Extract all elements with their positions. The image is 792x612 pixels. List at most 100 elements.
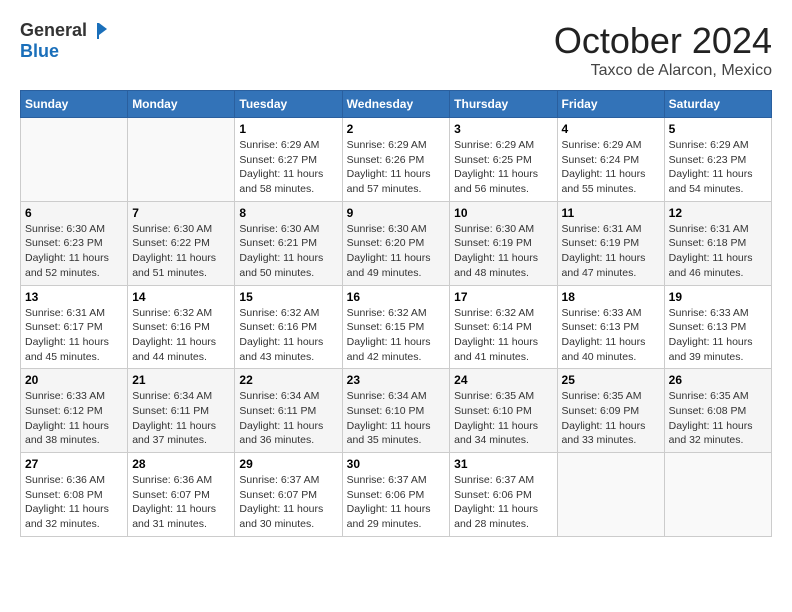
cell-content: Sunrise: 6:34 AMSunset: 6:11 PMDaylight:… bbox=[239, 389, 337, 448]
calendar-cell: 16 Sunrise: 6:32 AMSunset: 6:15 PMDayligh… bbox=[342, 285, 450, 369]
calendar-cell: 4Sunrise: 6:29 AMSunset: 6:24 PMDaylight… bbox=[557, 118, 664, 202]
day-number: 7 bbox=[132, 206, 230, 220]
calendar-cell: 8 Sunrise: 6:30 AMSunset: 6:21 PMDaylight… bbox=[235, 201, 342, 285]
calendar-cell: 27Sunrise: 6:36 AMSunset: 6:08 PMDayligh… bbox=[21, 453, 128, 537]
logo: General Blue bbox=[20, 20, 109, 62]
cell-content: Sunrise: 6:37 AMSunset: 6:07 PMDaylight:… bbox=[239, 473, 337, 532]
calendar-cell: 11 Sunrise: 6:31 AMSunset: 6:19 PMDayligh… bbox=[557, 201, 664, 285]
calendar-cell: 10 Sunrise: 6:30 AMSunset: 6:19 PMDayligh… bbox=[450, 201, 557, 285]
day-header-tuesday: Tuesday bbox=[235, 91, 342, 118]
cell-content: Sunrise: 6:29 AMSunset: 6:26 PMDaylight:… bbox=[347, 138, 446, 197]
day-number: 26 bbox=[669, 373, 767, 387]
cell-content: Sunrise: 6:34 AMSunset: 6:10 PMDaylight:… bbox=[347, 389, 446, 448]
calendar-cell: 20 Sunrise: 6:33 AMSunset: 6:12 PMDayligh… bbox=[21, 369, 128, 453]
day-number: 25 bbox=[562, 373, 660, 387]
calendar-cell: 31 Sunrise: 6:37 AMSunset: 6:06 PMDayligh… bbox=[450, 453, 557, 537]
cell-content: Sunrise: 6:31 AMSunset: 6:19 PMDaylight:… bbox=[562, 222, 660, 281]
calendar-week-2: 6 Sunrise: 6:30 AMSunset: 6:23 PMDaylight… bbox=[21, 201, 772, 285]
calendar-cell: 5Sunrise: 6:29 AMSunset: 6:23 PMDaylight… bbox=[664, 118, 771, 202]
calendar-cell: 29 Sunrise: 6:37 AMSunset: 6:07 PMDayligh… bbox=[235, 453, 342, 537]
cell-content: Sunrise: 6:37 AMSunset: 6:06 PMDaylight:… bbox=[347, 473, 446, 532]
calendar-body: 1 Sunrise: 6:29 AMSunset: 6:27 PMDaylight… bbox=[21, 118, 772, 537]
calendar-cell: 6 Sunrise: 6:30 AMSunset: 6:23 PMDaylight… bbox=[21, 201, 128, 285]
cell-content: Sunrise: 6:36 AMSunset: 6:07 PMDaylight:… bbox=[132, 473, 230, 532]
day-header-monday: Monday bbox=[128, 91, 235, 118]
calendar-cell: 19 Sunrise: 6:33 AMSunset: 6:13 PMDayligh… bbox=[664, 285, 771, 369]
calendar-cell bbox=[664, 453, 771, 537]
cell-content: Sunrise: 6:29 AMSunset: 6:25 PMDaylight:… bbox=[454, 138, 552, 197]
cell-content: Sunrise: 6:35 AMSunset: 6:10 PMDaylight:… bbox=[454, 389, 552, 448]
day-number: 30 bbox=[347, 457, 446, 471]
cell-content: Sunrise: 6:32 AMSunset: 6:15 PMDaylight:… bbox=[347, 306, 446, 365]
cell-content: Sunrise: 6:30 AMSunset: 6:23 PMDaylight:… bbox=[25, 222, 123, 281]
calendar-cell: 12Sunrise: 6:31 AMSunset: 6:18 PMDayligh… bbox=[664, 201, 771, 285]
calendar-cell: 2Sunrise: 6:29 AMSunset: 6:26 PMDaylight… bbox=[342, 118, 450, 202]
calendar-week-5: 27Sunrise: 6:36 AMSunset: 6:08 PMDayligh… bbox=[21, 453, 772, 537]
day-number: 6 bbox=[25, 206, 123, 220]
cell-content: Sunrise: 6:33 AMSunset: 6:13 PMDaylight:… bbox=[562, 306, 660, 365]
cell-content: Sunrise: 6:29 AMSunset: 6:24 PMDaylight:… bbox=[562, 138, 660, 197]
cell-content: Sunrise: 6:37 AMSunset: 6:06 PMDaylight:… bbox=[454, 473, 552, 532]
location-subtitle: Taxco de Alarcon, Mexico bbox=[554, 62, 772, 80]
day-number: 24 bbox=[454, 373, 552, 387]
cell-content: Sunrise: 6:32 AMSunset: 6:16 PMDaylight:… bbox=[239, 306, 337, 365]
cell-content: Sunrise: 6:31 AMSunset: 6:17 PMDaylight:… bbox=[25, 306, 123, 365]
cell-content: Sunrise: 6:32 AMSunset: 6:16 PMDaylight:… bbox=[132, 306, 230, 365]
day-number: 14 bbox=[132, 290, 230, 304]
calendar-week-3: 13 Sunrise: 6:31 AMSunset: 6:17 PMDayligh… bbox=[21, 285, 772, 369]
day-number: 12 bbox=[669, 206, 767, 220]
calendar-week-4: 20 Sunrise: 6:33 AMSunset: 6:12 PMDayligh… bbox=[21, 369, 772, 453]
day-header-sunday: Sunday bbox=[21, 91, 128, 118]
cell-content: Sunrise: 6:29 AMSunset: 6:23 PMDaylight:… bbox=[669, 138, 767, 197]
cell-content: Sunrise: 6:29 AMSunset: 6:27 PMDaylight:… bbox=[239, 138, 337, 197]
calendar-header: SundayMondayTuesdayWednesdayThursdayFrid… bbox=[21, 91, 772, 118]
calendar-cell: 3 Sunrise: 6:29 AMSunset: 6:25 PMDaylight… bbox=[450, 118, 557, 202]
day-number: 16 bbox=[347, 290, 446, 304]
calendar-cell: 26 Sunrise: 6:35 AMSunset: 6:08 PMDayligh… bbox=[664, 369, 771, 453]
day-number: 1 bbox=[239, 122, 337, 136]
calendar-cell: 14 Sunrise: 6:32 AMSunset: 6:16 PMDayligh… bbox=[128, 285, 235, 369]
cell-content: Sunrise: 6:34 AMSunset: 6:11 PMDaylight:… bbox=[132, 389, 230, 448]
day-number: 13 bbox=[25, 290, 123, 304]
day-number: 28 bbox=[132, 457, 230, 471]
day-number: 15 bbox=[239, 290, 337, 304]
day-number: 8 bbox=[239, 206, 337, 220]
calendar-cell: 15 Sunrise: 6:32 AMSunset: 6:16 PMDayligh… bbox=[235, 285, 342, 369]
day-number: 29 bbox=[239, 457, 337, 471]
calendar-cell: 7Sunrise: 6:30 AMSunset: 6:22 PMDaylight… bbox=[128, 201, 235, 285]
calendar-cell: 22Sunrise: 6:34 AMSunset: 6:11 PMDayligh… bbox=[235, 369, 342, 453]
calendar-cell bbox=[21, 118, 128, 202]
cell-content: Sunrise: 6:30 AMSunset: 6:20 PMDaylight:… bbox=[347, 222, 446, 281]
calendar-cell: 30 Sunrise: 6:37 AMSunset: 6:06 PMDayligh… bbox=[342, 453, 450, 537]
calendar-week-1: 1 Sunrise: 6:29 AMSunset: 6:27 PMDaylight… bbox=[21, 118, 772, 202]
cell-content: Sunrise: 6:30 AMSunset: 6:19 PMDaylight:… bbox=[454, 222, 552, 281]
day-number: 19 bbox=[669, 290, 767, 304]
cell-content: Sunrise: 6:35 AMSunset: 6:08 PMDaylight:… bbox=[669, 389, 767, 448]
day-header-friday: Friday bbox=[557, 91, 664, 118]
calendar-cell: 25 Sunrise: 6:35 AMSunset: 6:09 PMDayligh… bbox=[557, 369, 664, 453]
day-header-thursday: Thursday bbox=[450, 91, 557, 118]
calendar-cell: 21Sunrise: 6:34 AMSunset: 6:11 PMDayligh… bbox=[128, 369, 235, 453]
day-number: 3 bbox=[454, 122, 552, 136]
calendar-cell bbox=[128, 118, 235, 202]
calendar-cell: 23Sunrise: 6:34 AMSunset: 6:10 PMDayligh… bbox=[342, 369, 450, 453]
calendar-table: SundayMondayTuesdayWednesdayThursdayFrid… bbox=[20, 90, 772, 537]
calendar-cell: 13 Sunrise: 6:31 AMSunset: 6:17 PMDayligh… bbox=[21, 285, 128, 369]
month-title: October 2024 bbox=[554, 20, 772, 62]
calendar-cell: 18 Sunrise: 6:33 AMSunset: 6:13 PMDayligh… bbox=[557, 285, 664, 369]
calendar-cell: 17Sunrise: 6:32 AMSunset: 6:14 PMDayligh… bbox=[450, 285, 557, 369]
cell-content: Sunrise: 6:33 AMSunset: 6:13 PMDaylight:… bbox=[669, 306, 767, 365]
cell-content: Sunrise: 6:33 AMSunset: 6:12 PMDaylight:… bbox=[25, 389, 123, 448]
logo-blue: Blue bbox=[20, 41, 109, 62]
day-number: 9 bbox=[347, 206, 446, 220]
day-number: 10 bbox=[454, 206, 552, 220]
day-number: 31 bbox=[454, 457, 552, 471]
cell-content: Sunrise: 6:36 AMSunset: 6:08 PMDaylight:… bbox=[25, 473, 123, 532]
calendar-cell: 1 Sunrise: 6:29 AMSunset: 6:27 PMDaylight… bbox=[235, 118, 342, 202]
day-number: 11 bbox=[562, 206, 660, 220]
cell-content: Sunrise: 6:32 AMSunset: 6:14 PMDaylight:… bbox=[454, 306, 552, 365]
cell-content: Sunrise: 6:30 AMSunset: 6:21 PMDaylight:… bbox=[239, 222, 337, 281]
cell-content: Sunrise: 6:35 AMSunset: 6:09 PMDaylight:… bbox=[562, 389, 660, 448]
day-number: 18 bbox=[562, 290, 660, 304]
day-number: 20 bbox=[25, 373, 123, 387]
